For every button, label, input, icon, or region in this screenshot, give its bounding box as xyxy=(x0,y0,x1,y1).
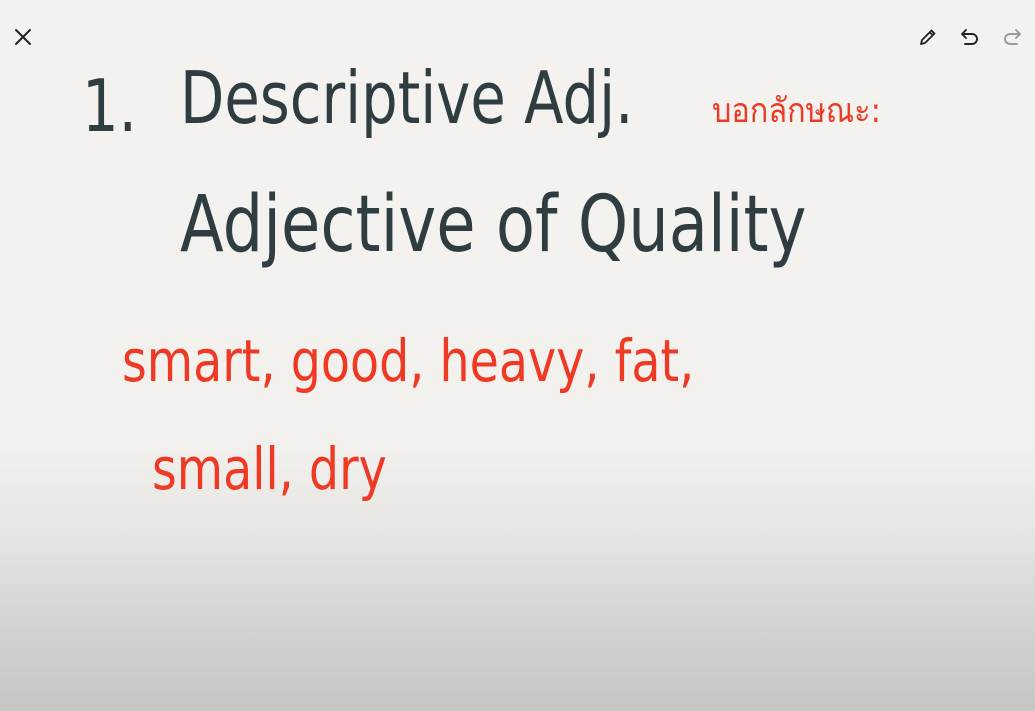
pencil-icon xyxy=(920,29,936,45)
redo-icon xyxy=(1004,29,1021,45)
thai-note: บอกลักษณะ: xyxy=(712,91,881,131)
close-icon xyxy=(15,29,31,45)
heading-descriptive-adj: Descriptive Adj. xyxy=(180,56,634,140)
undo-icon xyxy=(961,29,978,45)
examples-line-2: small, dry xyxy=(152,435,387,503)
close-button[interactable] xyxy=(8,22,38,52)
undo-button[interactable] xyxy=(955,22,985,52)
redo-button[interactable] xyxy=(997,22,1027,52)
pen-tool-button[interactable] xyxy=(913,22,943,52)
examples-line-1: smart, good, heavy, fat, xyxy=(122,327,695,395)
list-number: 1. xyxy=(82,64,137,148)
subheading-adjective-of-quality: Adjective of Quality xyxy=(180,180,807,270)
